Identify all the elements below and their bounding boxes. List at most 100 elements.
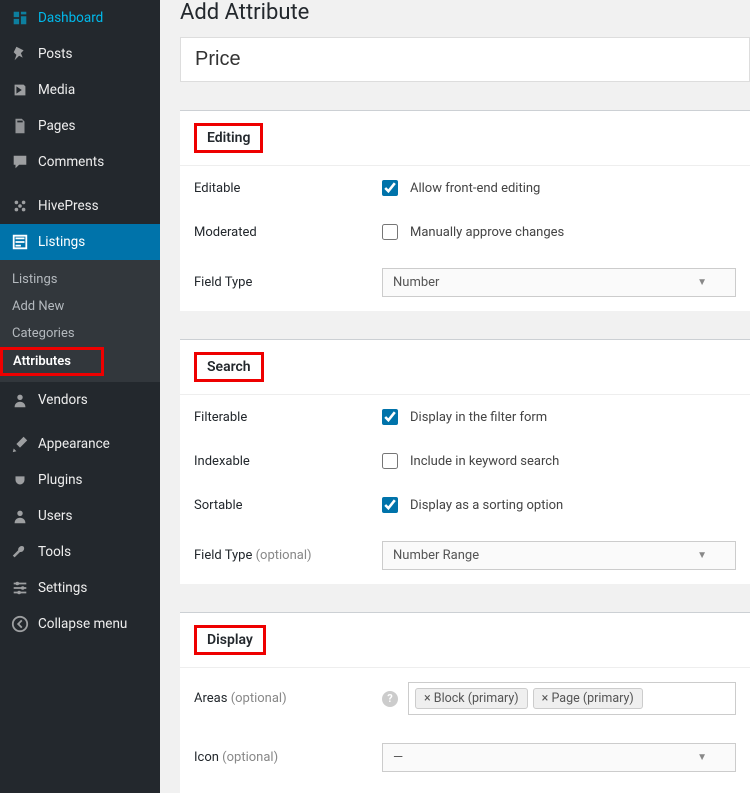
label-text-icon: Icon — [194, 750, 219, 765]
wrench-icon — [10, 542, 30, 562]
row-indexable: Indexable Include in keyword search — [180, 439, 750, 483]
sidebar-label-appearance: Appearance — [38, 436, 110, 452]
row-edit-field-type: Field Type Number ▼ — [180, 254, 750, 311]
comment-icon — [10, 152, 30, 172]
sidebar-item-media[interactable]: Media — [0, 72, 160, 108]
highlight-editing: Editing — [194, 123, 263, 153]
checklabel-sortable: Display as a sorting option — [410, 498, 563, 513]
sidebar-item-users[interactable]: Users — [0, 498, 160, 534]
plug-icon — [10, 470, 30, 490]
sidebar-label-tools: Tools — [38, 544, 71, 560]
listings-submenu: Listings Add New Categories Attributes — [0, 260, 160, 382]
collapse-icon — [10, 614, 30, 634]
chevron-down-icon: ▼ — [697, 277, 707, 288]
select-search-field-type[interactable]: Number Range ▼ — [382, 541, 736, 570]
sidebar-item-tools[interactable]: Tools — [0, 534, 160, 570]
checklabel-moderated: Manually approve changes — [410, 225, 564, 240]
select-icon[interactable]: — ▼ — [382, 743, 736, 772]
checklabel-indexable: Include in keyword search — [410, 454, 559, 469]
section-display: Display Areas (optional) ? × Block (prim… — [180, 612, 750, 793]
areas-tags-input[interactable]: × Block (primary) × Page (primary) — [408, 682, 736, 715]
tag-label-page: Page (primary) — [551, 691, 633, 706]
submenu-listings[interactable]: Listings — [0, 266, 160, 293]
pin-icon — [10, 44, 30, 64]
row-areas: Areas (optional) ? × Block (primary) × P… — [180, 668, 750, 729]
sidebar-label-plugins: Plugins — [38, 472, 83, 488]
checkbox-indexable[interactable] — [382, 453, 398, 469]
row-icon: Icon (optional) — ▼ — [180, 729, 750, 786]
optional-icon: (optional) — [222, 750, 278, 765]
label-search-field-type: Field Type (optional) — [194, 548, 382, 563]
select-edit-field-type[interactable]: Number ▼ — [382, 268, 736, 297]
sidebar-label-settings: Settings — [38, 580, 87, 596]
submenu-add-new[interactable]: Add New — [0, 293, 160, 320]
label-indexable: Indexable — [194, 454, 382, 469]
checklabel-editable: Allow front-end editing — [410, 181, 540, 196]
admin-sidebar: Dashboard Posts Media Pages Comments Hiv… — [0, 0, 160, 793]
section-heading-editing: Editing — [180, 111, 750, 166]
attribute-title-input[interactable] — [180, 37, 750, 82]
sliders-icon — [10, 578, 30, 598]
page-title: Add Attribute — [180, 0, 750, 25]
select-value-icon: — — [393, 750, 403, 765]
sidebar-label-users: Users — [38, 508, 72, 524]
label-edit-field-type: Field Type — [194, 275, 382, 290]
pages-icon — [10, 116, 30, 136]
label-filterable: Filterable — [194, 410, 382, 425]
sidebar-label-vendors: Vendors — [38, 392, 88, 408]
section-editing: Editing Editable Allow front-end editing… — [180, 110, 750, 311]
chevron-down-icon: ▼ — [697, 752, 707, 763]
tag-block-primary[interactable]: × Block (primary) — [415, 688, 528, 709]
sidebar-label-posts: Posts — [38, 46, 72, 62]
highlight-display: Display — [194, 625, 266, 655]
listings-icon — [10, 232, 30, 252]
sidebar-item-vendors[interactable]: Vendors — [0, 382, 160, 418]
section-heading-search: Search — [180, 340, 750, 395]
tag-label-block: Block (primary) — [434, 691, 519, 706]
checkbox-editable[interactable] — [382, 180, 398, 196]
highlight-attributes: Attributes — [0, 347, 104, 376]
chevron-down-icon: ▼ — [697, 550, 707, 561]
row-format: Format (optional) ? $%value% / month — [180, 786, 750, 793]
checkbox-sortable[interactable] — [382, 497, 398, 513]
help-icon[interactable]: ? — [382, 691, 398, 707]
label-editable: Editable — [194, 181, 382, 196]
sidebar-item-dashboard[interactable]: Dashboard — [0, 0, 160, 36]
submenu-attributes[interactable]: Attributes — [0, 347, 160, 376]
hivepress-icon — [10, 196, 30, 216]
sidebar-label-pages: Pages — [38, 118, 76, 134]
sidebar-item-posts[interactable]: Posts — [0, 36, 160, 72]
checkbox-filterable[interactable] — [382, 409, 398, 425]
label-moderated: Moderated — [194, 225, 382, 240]
tag-page-primary[interactable]: × Page (primary) — [533, 688, 643, 709]
sidebar-item-settings[interactable]: Settings — [0, 570, 160, 606]
label-sortable: Sortable — [194, 498, 382, 513]
row-search-field-type: Field Type (optional) Number Range ▼ — [180, 527, 750, 584]
sidebar-label-hivepress: HivePress — [38, 198, 99, 214]
row-editable: Editable Allow front-end editing — [180, 166, 750, 210]
sidebar-item-appearance[interactable]: Appearance — [0, 426, 160, 462]
label-text-areas: Areas — [194, 691, 227, 706]
sidebar-item-hivepress[interactable]: HivePress — [0, 188, 160, 224]
brush-icon — [10, 434, 30, 454]
optional-search-field-type: (optional) — [256, 548, 312, 563]
dashboard-icon — [10, 8, 30, 28]
checklabel-filterable: Display in the filter form — [410, 410, 547, 425]
section-search: Search Filterable Display in the filter … — [180, 339, 750, 584]
sidebar-item-pages[interactable]: Pages — [0, 108, 160, 144]
row-filterable: Filterable Display in the filter form — [180, 395, 750, 439]
sidebar-item-comments[interactable]: Comments — [0, 144, 160, 180]
label-areas: Areas (optional) — [194, 691, 382, 706]
media-icon — [10, 80, 30, 100]
main-content: Add Attribute Editing Editable Allow fro… — [160, 0, 750, 793]
sidebar-item-listings[interactable]: Listings — [0, 224, 160, 260]
sidebar-label-listings: Listings — [38, 234, 85, 250]
label-text-search-field-type: Field Type — [194, 548, 252, 563]
sidebar-item-plugins[interactable]: Plugins — [0, 462, 160, 498]
highlight-search: Search — [194, 352, 264, 382]
checkbox-moderated[interactable] — [382, 224, 398, 240]
row-sortable: Sortable Display as a sorting option — [180, 483, 750, 527]
sidebar-item-collapse[interactable]: Collapse menu — [0, 606, 160, 642]
sidebar-label-media: Media — [38, 82, 75, 98]
submenu-categories[interactable]: Categories — [0, 320, 160, 347]
